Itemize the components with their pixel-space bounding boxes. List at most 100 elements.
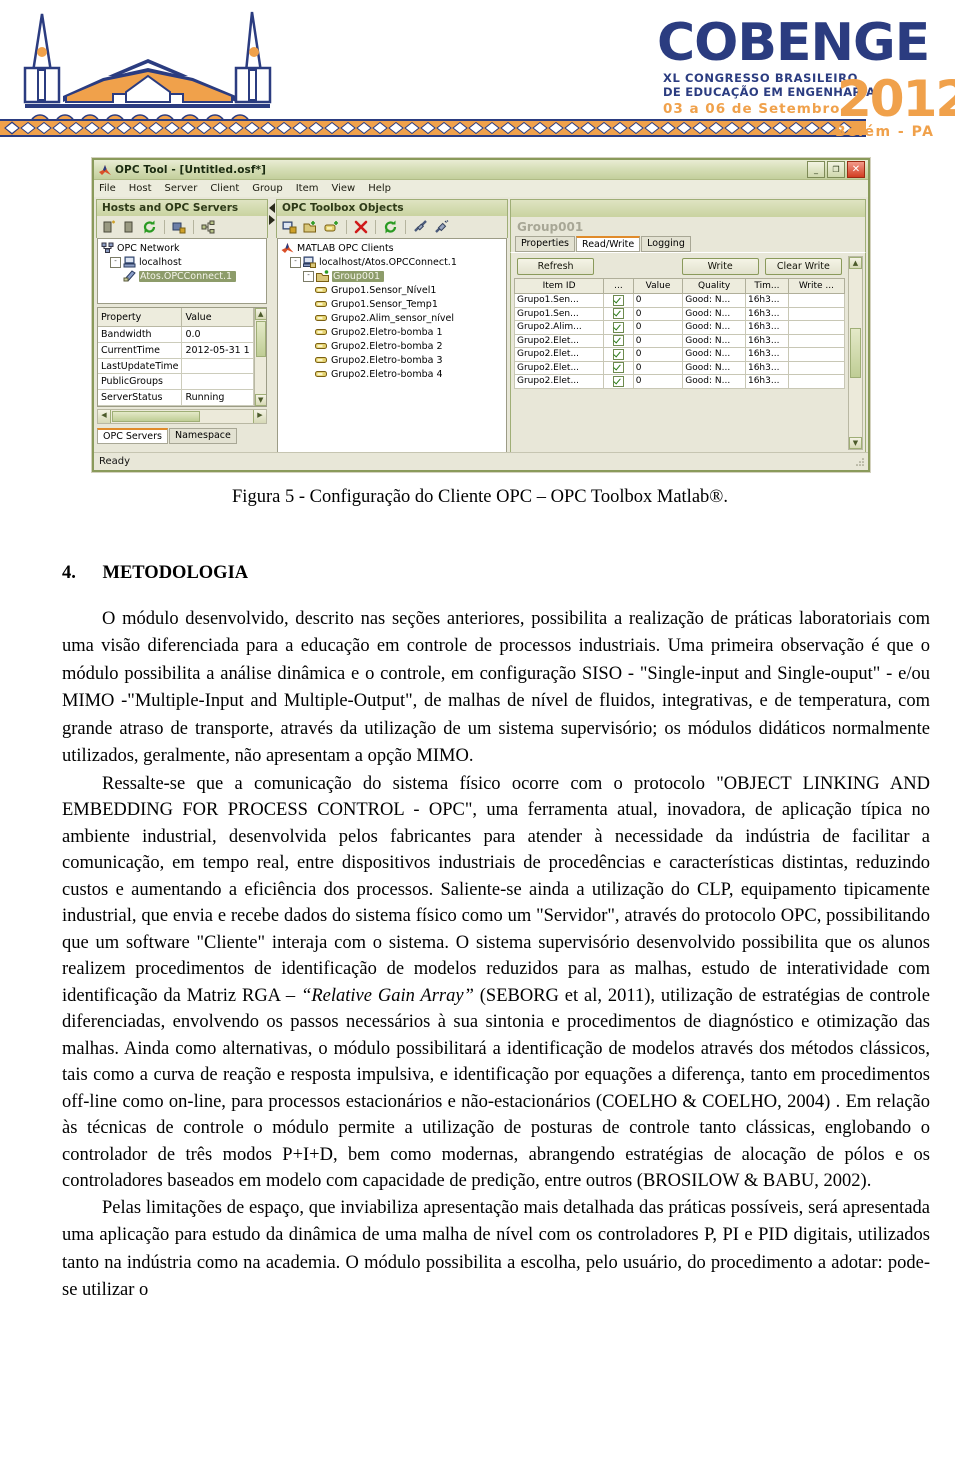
menu-item-file[interactable]: File [98,183,117,194]
tree-node-localhost-client[interactable]: - localhost/Atos.OPCConnect.1 [281,255,503,269]
tree-node-item[interactable]: Grupo2.Eletro-bomba 4 [281,367,503,381]
table-row[interactable]: Grupo2.Elet... 0 Good: N... 16h3... [513,374,846,389]
tree-node-matlab-opc-clients[interactable]: MATLAB OPC Clients [281,241,503,255]
active-checkbox[interactable] [612,321,624,333]
tree-node-opc-network[interactable]: OPC Network [101,241,263,255]
expander-icon[interactable]: - [110,256,121,268]
scroll-down-icon[interactable]: ▼ [254,394,266,406]
scroll-down-icon[interactable]: ▼ [849,437,862,449]
menu-item-item[interactable]: Item [295,183,320,194]
expander-icon[interactable]: - [290,256,301,268]
cell-write-value[interactable] [787,333,846,348]
cell-write-value[interactable] [787,320,846,335]
clear-write-button[interactable]: Clear Write [764,258,842,275]
refresh-icon[interactable] [142,220,157,234]
cell-active[interactable] [603,347,634,362]
refresh-button[interactable]: Refresh [517,258,595,275]
scroll-up-icon[interactable]: ▲ [849,257,862,269]
scrollbar-track[interactable] [201,410,253,423]
active-checkbox[interactable] [612,308,624,320]
scrollbar-track[interactable] [849,379,862,437]
active-checkbox[interactable] [612,375,624,387]
read-write-table[interactable]: Item ID ... Value Quality Tim... Write .… [513,278,846,389]
namespace-icon[interactable] [201,220,215,234]
tree-node-item[interactable]: Grupo2.Eletro-bomba 3 [281,353,503,367]
active-checkbox[interactable] [612,294,624,306]
table-row[interactable]: LastUpdateTime [98,358,254,375]
menu-item-client[interactable]: Client [209,183,240,194]
cell-active[interactable] [603,320,634,335]
properties-vertical-scrollbar[interactable]: ▲ ▼ [253,308,266,406]
tree-node-item[interactable]: Grupo1.Sensor_Temp1 [281,297,503,311]
scroll-right-icon[interactable]: ▶ [253,410,266,423]
table-row[interactable]: Grupo2.Elet... 0 Good: N... 16h3... [513,360,846,375]
active-checkbox[interactable] [612,335,624,347]
menu-item-group[interactable]: Group [251,183,283,194]
table-row[interactable]: Grupo1.Sen... 0 Good: N... 16h3... [513,293,846,308]
objects-tree[interactable]: MATLAB OPC Clients - localhost/Atos.OPCC… [277,238,507,453]
disconnect-icon[interactable] [413,220,428,234]
scrollbar-thumb[interactable] [255,321,266,357]
table-row[interactable]: ServerStatus Running [98,389,254,406]
refresh-icon[interactable] [383,220,398,234]
cell-write-value[interactable] [787,293,846,308]
connect-icon[interactable] [434,220,449,234]
menu-item-server[interactable]: Server [164,183,199,194]
tree-node-localhost[interactable]: - localhost [101,255,263,269]
cell-active[interactable] [603,374,634,389]
add-group-icon[interactable] [303,220,318,234]
scrollbar-thumb[interactable] [112,411,200,422]
cell-write-value[interactable] [787,306,846,321]
cell-write-value[interactable] [787,347,846,362]
table-row[interactable]: Grupo2.Elet... 0 Good: N... 16h3... [513,333,846,348]
cell-write-value[interactable] [787,374,846,389]
close-button[interactable]: ✕ [847,161,865,178]
cell-active[interactable] [603,360,634,375]
expander-icon[interactable]: - [303,270,314,282]
table-row[interactable]: Bandwidth 0.0 [98,326,254,343]
tree-node-item[interactable]: Grupo1.Sensor_Nível1 [281,283,503,297]
tree-node-item[interactable]: Grupo2.Eletro-bomba 1 [281,325,503,339]
tab-namespace[interactable]: Namespace [168,428,237,444]
delete-icon[interactable] [354,220,368,234]
resize-grip-icon[interactable] [855,457,865,467]
add-item-icon[interactable] [324,220,339,234]
add-server-icon[interactable] [172,220,186,234]
collapse-left-icon[interactable] [269,203,275,213]
cell-active[interactable] [603,293,634,308]
scrollbar-track[interactable] [255,358,266,394]
scroll-up-icon[interactable]: ▲ [254,308,266,320]
tree-node-item[interactable]: Grupo2.Alim_sensor_nível [281,311,503,325]
menu-item-help[interactable]: Help [367,183,392,194]
tree-node-group001[interactable]: - Group001 [281,269,503,283]
table-row[interactable]: Grupo1.Sen... 0 Good: N... 16h3... [513,306,846,321]
scroll-left-icon[interactable]: ◀ [98,410,111,423]
cell-write-value[interactable] [787,360,846,375]
cell-active[interactable] [603,333,634,348]
table-row[interactable]: CurrentTime 2012-05-31 1 [98,342,254,359]
scrollbar-thumb[interactable] [850,328,861,378]
tab-logging[interactable]: Logging [641,236,691,252]
minimize-button[interactable]: _ [807,161,825,178]
properties-horizontal-scrollbar[interactable]: ◀ ▶ [97,409,267,424]
server-properties-grid[interactable]: Property Value Bandwidth 0.0 CurrentTime… [97,307,267,407]
scrollbar-track[interactable] [849,269,862,327]
write-button[interactable]: Write [681,258,759,275]
table-row[interactable]: Grupo2.Elet... 0 Good: N... 16h3... [513,347,846,362]
panel-splitter[interactable] [268,199,276,453]
expand-right-icon[interactable] [269,215,275,225]
menu-item-host[interactable]: Host [128,183,153,194]
table-row[interactable]: Grupo2.Alim... 0 Good: N... 16h3... [513,320,846,335]
tab-properties[interactable]: Properties [515,236,576,252]
tab-read-write[interactable]: Read/Write [576,236,641,252]
table-row[interactable]: PublicGroups [98,373,254,391]
tree-node-atos-opcconnect[interactable]: Atos.OPCConnect.1 [101,269,263,283]
maximize-button[interactable]: ❐ [827,161,845,178]
active-checkbox[interactable] [612,362,624,374]
read-write-vertical-scrollbar[interactable]: ▲ ▼ [848,256,863,450]
hosts-tree[interactable]: OPC Network - localhost Atos.OPCConnect.… [97,238,267,304]
add-client-icon[interactable] [282,220,297,234]
menu-item-view[interactable]: View [330,183,356,194]
delete-host-icon[interactable] [122,220,136,234]
active-checkbox[interactable] [612,348,624,360]
